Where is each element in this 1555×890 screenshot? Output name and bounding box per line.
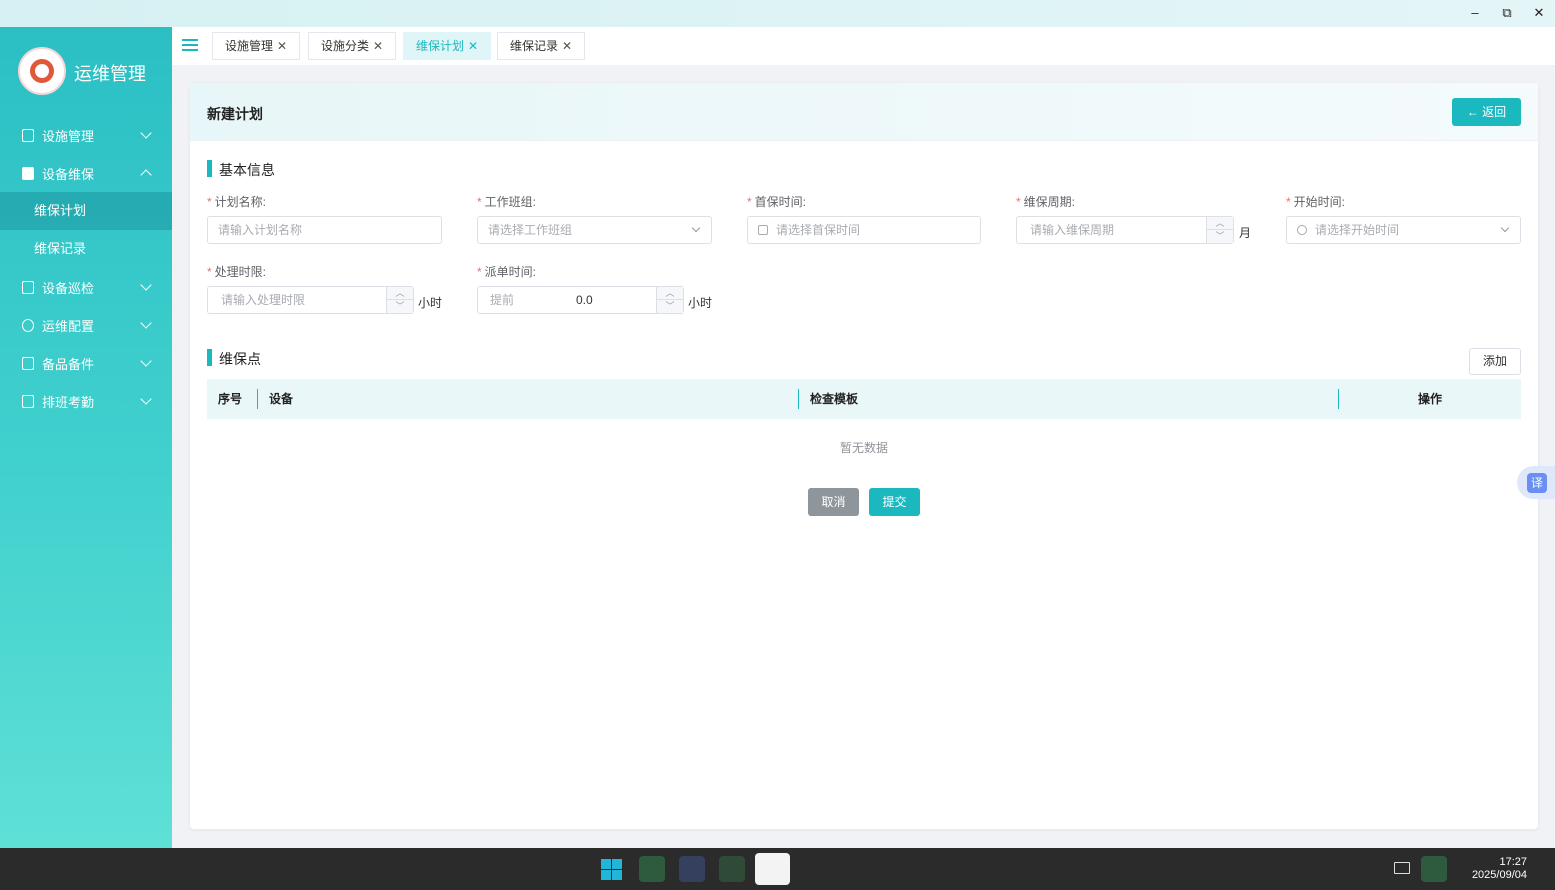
cycle-number-input[interactable]: 请输入维保周期 ︿ ﹀ <box>1016 216 1234 244</box>
limit-unit: 小时 <box>418 296 443 310</box>
decrease-icon[interactable]: ﹀ <box>1207 230 1233 243</box>
dispatch-unit: 小时 <box>688 296 713 310</box>
main-card: 新建计划 ← 返回 基本信息 * 计划名称: 请输入计划名称 * 工作班组: 请选择… <box>190 83 1538 829</box>
taskbar: 17:27 2025/09/04 <box>0 848 1555 890</box>
team-label: * 工作班组: <box>477 195 537 209</box>
app-green-icon[interactable] <box>639 856 665 882</box>
chevron-down-icon <box>140 355 152 367</box>
window-titlebar: – ⧉ ✕ <box>0 0 1555 27</box>
sidebar-item-inspection[interactable]: 设备巡检 <box>0 268 172 306</box>
close-window-button[interactable]: ✕ <box>1529 4 1549 22</box>
points-table-header: 序号 设备 检查模板 操作 <box>207 379 1521 419</box>
minimize-button[interactable]: – <box>1465 4 1485 22</box>
close-icon[interactable]: ✕ <box>373 39 383 53</box>
close-icon[interactable]: ✕ <box>562 39 572 53</box>
increase-icon[interactable]: ︿ <box>657 287 683 300</box>
app-leaf-icon[interactable] <box>719 856 745 882</box>
close-icon[interactable]: ✕ <box>277 39 287 53</box>
app-shield-icon[interactable] <box>679 856 705 882</box>
team-select[interactable]: 请选择工作班组 <box>477 216 712 244</box>
chevron-down-icon <box>140 279 152 291</box>
calendar-icon <box>22 394 34 408</box>
sidebar-item-maintenance-record[interactable]: 维保记录 <box>0 230 172 268</box>
sidebar-item-scheduling[interactable]: 排班考勤 <box>0 382 172 420</box>
checklist-icon <box>22 166 34 180</box>
app-title: 运维管理 <box>74 64 146 84</box>
windows-start-icon[interactable] <box>601 859 622 880</box>
sidebar-item-ops-config[interactable]: 运维配置 <box>0 306 172 344</box>
col-template: 检查模板 <box>810 392 859 406</box>
add-point-button[interactable]: 添加 <box>1469 348 1521 375</box>
col-device: 设备 <box>269 392 294 406</box>
menu-toggle-icon[interactable] <box>182 39 198 53</box>
submit-button[interactable]: 提交 <box>869 488 920 516</box>
tabs-bar: 设施管理 ✕ 设施分类 ✕ 维保计划 ✕ 维保记录 ✕ <box>172 27 1555 65</box>
start-time-picker[interactable]: 请选择开始时间 <box>1286 216 1521 244</box>
sidebar: 运维管理 设施管理 设备维保 维保计划 维保记录 设备巡检 运维配置 备品备件 … <box>0 27 172 848</box>
sidebar-item-equipment-maintenance[interactable]: 设备维保 <box>0 154 172 192</box>
app-logo <box>18 47 66 95</box>
chevron-down-icon <box>1500 223 1510 233</box>
limit-stepper: ︿ ﹀ <box>386 287 413 313</box>
dispatch-label: * 派单时间: <box>477 265 537 279</box>
chevron-down-icon <box>140 127 152 139</box>
tab-facility-category[interactable]: 设施分类 ✕ <box>308 32 397 60</box>
sidebar-item-maintenance-plan[interactable]: 维保计划 <box>0 192 172 230</box>
mail-icon[interactable] <box>1394 862 1410 874</box>
chevron-down-icon <box>140 317 152 329</box>
plan-name-input[interactable]: 请输入计划名称 <box>207 216 442 244</box>
cycle-stepper: ︿ ﹀ <box>1206 217 1233 243</box>
tab-maintenance-record[interactable]: 维保记录 ✕ <box>497 32 586 60</box>
clock-icon <box>1297 225 1307 235</box>
user-icon <box>22 318 34 332</box>
cycle-label: * 维保周期: <box>1016 195 1076 209</box>
calendar-icon <box>758 225 768 235</box>
plan-name-label: * 计划名称: <box>207 195 267 209</box>
first-time-date-picker[interactable]: 请选择首保时间 <box>747 216 981 244</box>
card-header: 新建计划 ← 返回 <box>190 83 1538 141</box>
back-button[interactable]: ← 返回 <box>1452 98 1521 126</box>
chevron-up-icon <box>140 169 152 181</box>
limit-label: * 处理时限: <box>207 265 267 279</box>
dispatch-stepper: ︿ ﹀ <box>656 287 683 313</box>
basic-info-section-title: 基本信息 <box>207 160 275 180</box>
building-icon <box>22 128 34 142</box>
decrease-icon[interactable]: ﹀ <box>387 300 413 313</box>
briefcase-icon <box>22 356 34 370</box>
clock[interactable]: 17:27 2025/09/04 <box>1472 856 1527 882</box>
restore-button[interactable]: ⧉ <box>1497 4 1517 22</box>
page-title: 新建计划 <box>207 106 263 122</box>
points-section-title: 维保点 <box>207 349 261 369</box>
app-active-window-icon[interactable] <box>755 853 790 885</box>
col-index: 序号 <box>218 392 243 406</box>
increase-icon[interactable]: ︿ <box>387 287 413 300</box>
document-icon <box>22 280 34 294</box>
start-time-label: * 开始时间: <box>1286 195 1346 209</box>
empty-table-text: 暂无数据 <box>839 441 888 455</box>
tab-facility-management[interactable]: 设施管理 ✕ <box>212 32 301 60</box>
decrease-icon[interactable]: ﹀ <box>657 300 683 313</box>
chevron-down-icon <box>691 223 701 233</box>
chevron-down-icon <box>140 393 152 405</box>
translate-icon: 译 <box>1527 473 1547 493</box>
sidebar-item-facility-management[interactable]: 设施管理 <box>0 116 172 154</box>
tab-maintenance-plan[interactable]: 维保计划 ✕ <box>403 32 492 60</box>
first-time-label: * 首保时间: <box>747 195 807 209</box>
close-icon[interactable]: ✕ <box>468 39 478 53</box>
tray-app-icon[interactable] <box>1421 856 1447 882</box>
col-actions: 操作 <box>1418 392 1443 406</box>
translate-button[interactable]: 译 <box>1517 466 1555 499</box>
limit-number-input[interactable]: 请输入处理时限 ︿ ﹀ <box>207 286 414 314</box>
cancel-button[interactable]: 取消 <box>808 488 859 516</box>
sidebar-item-spare-parts[interactable]: 备品备件 <box>0 344 172 382</box>
cycle-unit: 月 <box>1239 226 1252 240</box>
increase-icon[interactable]: ︿ <box>1207 217 1233 230</box>
dispatch-number-input[interactable]: 提前 0.0 ︿ ﹀ <box>477 286 684 314</box>
